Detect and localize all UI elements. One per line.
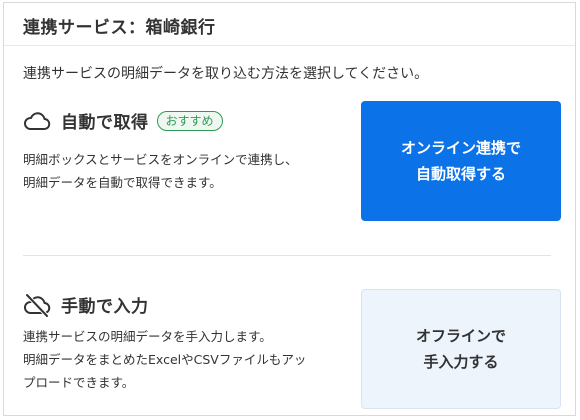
online-button-label-line2: 自動取得する [415, 165, 506, 183]
section-divider [23, 255, 551, 256]
manual-desc-line: 明細データをまとめたExcelやCSVファイルもアッ [23, 352, 307, 367]
cloud-off-icon [23, 293, 51, 317]
manual-desc-line: 連携サービスの明細データを手入力します。 [23, 329, 272, 344]
manual-section-header: 手動で入力 [23, 292, 149, 317]
online-button-label-line1: オンライン連携で [400, 139, 521, 157]
offline-manual-input-button[interactable]: オフラインで 手入力する [361, 289, 561, 409]
auto-section-header: 自動で取得 おすすめ [23, 108, 223, 133]
recommended-badge: おすすめ [156, 110, 223, 131]
instruction-text: 連携サービスの明細データを取り込む方法を選択してください。 [23, 66, 429, 82]
auto-section-title: 自動で取得 [61, 113, 149, 133]
auto-desc-line: 明細データを自動で取得できます。 [23, 175, 222, 190]
offline-button-label-line2: 手入力する [423, 353, 499, 371]
auto-section-description: 明細ボックスとサービスをオンラインで連携し、 明細データを自動で取得できます。 [23, 148, 298, 194]
offline-button-label-line1: オフラインで [415, 327, 506, 345]
online-auto-fetch-button[interactable]: オンライン連携で 自動取得する [361, 101, 561, 221]
connection-method-panel: 連携サービス：箱崎銀行 連携サービスの明細データを取り込む方法を選択してください… [3, 2, 576, 416]
manual-section-title: 手動で入力 [61, 297, 149, 317]
manual-section-description: 連携サービスの明細データを手入力します。 明細データをまとめたExcelやCSV… [23, 325, 306, 394]
page-title: 連携サービス：箱崎銀行 [23, 18, 216, 38]
cloud-icon [23, 109, 51, 133]
header-divider [4, 45, 575, 46]
manual-desc-line: プロードできます。 [23, 375, 135, 390]
auto-desc-line: 明細ボックスとサービスをオンラインで連携し、 [23, 152, 298, 167]
